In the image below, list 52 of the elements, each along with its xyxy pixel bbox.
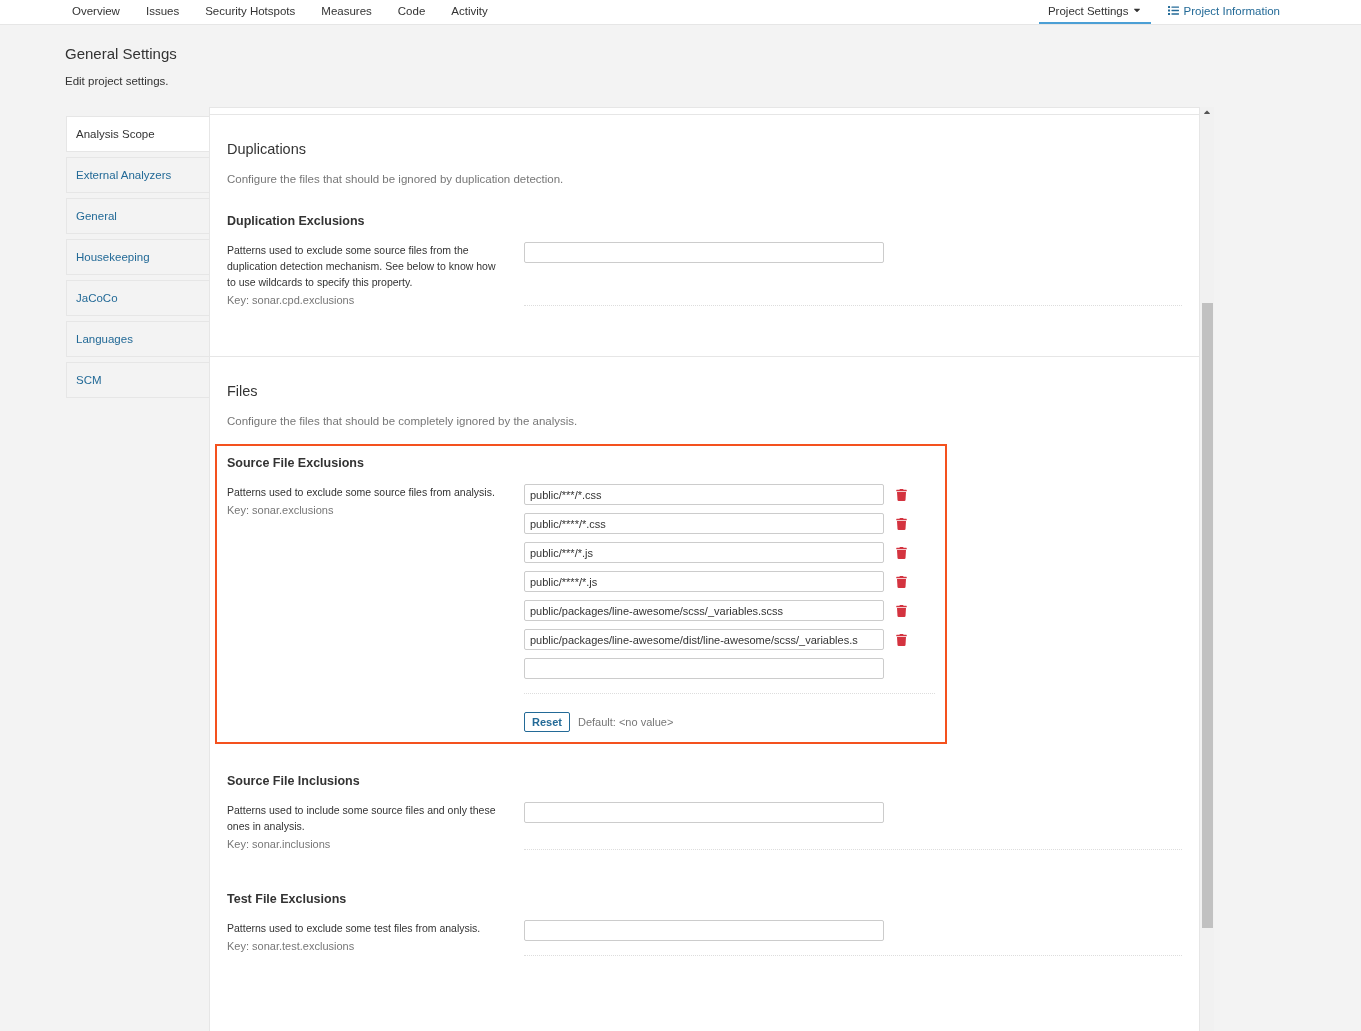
property-description: Patterns used to exclude some source files from the duplication detection mechanism. See below to know how to use wildcards to specify this property.: [227, 243, 497, 290]
nav-link[interactable]: Overview: [63, 0, 129, 24]
section-description: Configure the files that should be completely ignored by the analysis.: [227, 415, 579, 427]
input-field[interactable]: [524, 802, 884, 823]
nav-link[interactable]: Issues: [136, 0, 189, 24]
trash-icon[interactable]: [896, 517, 907, 530]
trash-icon[interactable]: [896, 633, 907, 646]
sidebar-item[interactable]: JaCoCo: [66, 280, 209, 316]
page-title: General Settings: [65, 45, 178, 62]
sidebar-item[interactable]: External Analyzers: [66, 157, 209, 193]
page-subtitle: Edit project settings.: [65, 75, 170, 87]
input-field[interactable]: [524, 920, 884, 941]
section-title: Duplications: [227, 141, 307, 157]
nav-link[interactable]: Code: [388, 0, 435, 24]
input-field[interactable]: public/****/*.css: [524, 513, 884, 534]
settings-dropdown[interactable]: Project Settings: [1038, 0, 1152, 24]
property-key: Key: sonar.test.exclusions: [227, 940, 524, 952]
nav-link[interactable]: Measures: [312, 0, 381, 24]
input-field[interactable]: public/***/*.js: [524, 542, 884, 563]
default-value: Default: <no value>: [577, 716, 674, 728]
list-icon: [1168, 5, 1180, 16]
sidebar-item[interactable]: Languages: [66, 321, 209, 357]
trash-icon[interactable]: [896, 546, 907, 559]
sidebar-item[interactable]: Analysis Scope: [66, 116, 209, 152]
property-name: Source File Inclusions: [227, 774, 361, 788]
nav-link[interactable]: Activity: [442, 0, 497, 24]
nav-link[interactable]: Security Hotspots: [196, 0, 305, 24]
sidebar-item[interactable]: SCM: [66, 362, 209, 398]
input-field[interactable]: [524, 242, 884, 263]
section-title: Files: [227, 383, 259, 399]
input-field[interactable]: public/packages/line-awesome/dist/line-awesome/scss/_variables.s: [524, 629, 884, 650]
sidebar-item[interactable]: Housekeeping: [66, 239, 209, 275]
property-key: Key: sonar.inclusions: [227, 838, 524, 850]
property-name: Test File Exclusions: [227, 892, 348, 906]
input-field[interactable]: public/***/*.css: [524, 484, 884, 505]
property-description: Patterns used to exclude some test files from analysis.: [227, 921, 482, 936]
reset-button[interactable]: Reset: [524, 712, 570, 732]
property-key: Key: sonar.exclusions: [227, 504, 524, 516]
property-description: Patterns used to exclude some source files from analysis.: [227, 485, 496, 500]
property-description: Patterns used to include some source files and only these ones in analysis.: [227, 803, 497, 834]
info-link[interactable]: Project Information: [1159, 0, 1289, 24]
sidebar-item[interactable]: General: [66, 198, 209, 234]
trash-icon[interactable]: [896, 488, 907, 501]
input-field[interactable]: public/****/*.js: [524, 571, 884, 592]
property-key: Key: sonar.cpd.exclusions: [227, 294, 524, 306]
input-field[interactable]: [524, 658, 884, 679]
trash-icon[interactable]: [896, 604, 907, 617]
input-field[interactable]: public/packages/line-awesome/scss/_variables.scss: [524, 600, 884, 621]
section-description: Configure the files that should be ignored by duplication detection.: [227, 173, 565, 185]
property-name: Source File Exclusions: [227, 456, 365, 470]
trash-icon[interactable]: [896, 575, 907, 588]
property-name: Duplication Exclusions: [227, 214, 366, 228]
